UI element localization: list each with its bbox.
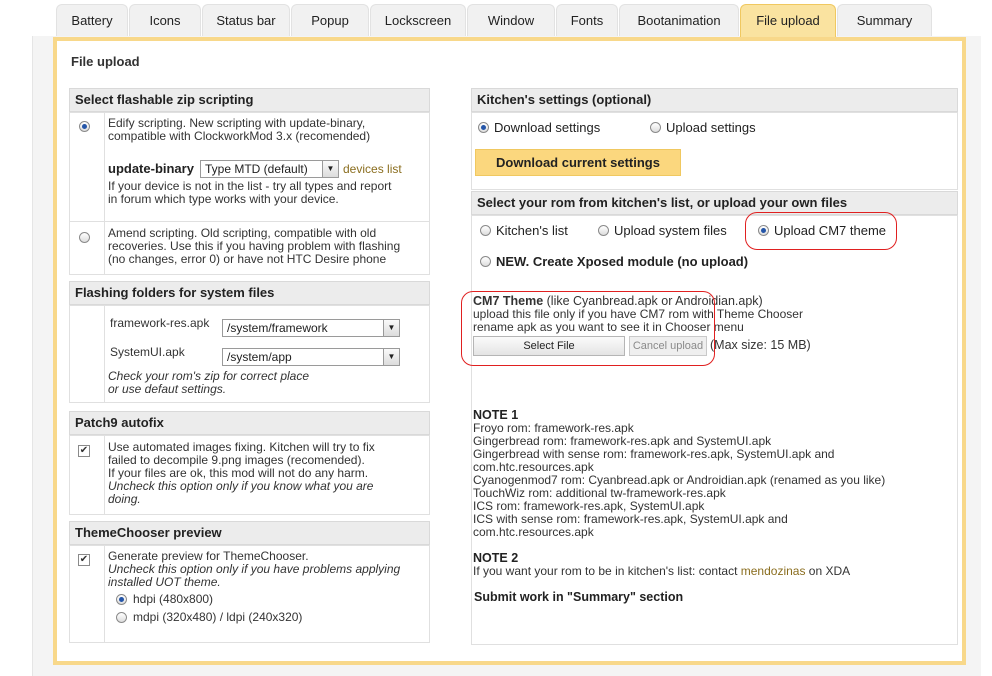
themechooser-italic-2: installed UOT theme.	[108, 575, 221, 589]
submit-note: Submit work in "Summary" section	[474, 590, 684, 604]
highlight-annotation	[745, 212, 897, 250]
download-settings-label: Download settings	[494, 120, 601, 135]
folders-note-2: or use defaut settings.	[108, 382, 227, 396]
folders-heading: Flashing folders for system files	[69, 281, 430, 305]
patch9-italic-2: doing.	[108, 492, 141, 506]
systemui-label: SystemUI.apk	[110, 345, 185, 359]
hdpi-radio[interactable]	[116, 594, 127, 605]
tab-window[interactable]: Window	[467, 4, 555, 36]
mendozinas-link[interactable]: mendozinas	[741, 564, 806, 578]
edify-note-2: in forum which type works with your devi…	[108, 192, 339, 206]
panel-title: File upload	[71, 54, 140, 69]
devices-list-link[interactable]: devices list	[343, 163, 402, 176]
download-current-settings-button[interactable]: Download current settings	[475, 149, 681, 176]
patch9-checkbox[interactable]: ✔	[78, 445, 90, 457]
kitchen-settings-heading: Kitchen's settings (optional)	[471, 88, 958, 112]
patch9-italic-1: Uncheck this option only if you know wha…	[108, 479, 374, 493]
update-binary-label: update-binary	[108, 161, 194, 176]
tab-status-bar[interactable]: Status bar	[202, 4, 290, 36]
update-binary-select[interactable]: Type MTD (default) ▼	[200, 160, 339, 178]
download-settings-radio[interactable]	[478, 122, 489, 133]
amend-text-3: (no changes, error 0) or have not HTC De…	[108, 252, 387, 266]
mdpi-radio[interactable]	[116, 612, 127, 623]
chevron-down-icon: ▼	[322, 161, 338, 177]
edify-text-2: compatible with ClockworkMod 3.x (recome…	[108, 129, 371, 143]
kitchens-list-label: Kitchen's list	[496, 223, 568, 238]
flashable-heading: Select flashable zip scripting	[69, 88, 430, 112]
upload-system-radio[interactable]	[598, 225, 609, 236]
upload-settings-label: Upload settings	[666, 120, 756, 135]
xposed-radio[interactable]	[480, 256, 491, 267]
tab-icons[interactable]: Icons	[129, 4, 201, 36]
upload-system-label: Upload system files	[614, 223, 727, 238]
tab-summary[interactable]: Summary	[837, 4, 932, 36]
mdpi-label: mdpi (320x480) / ldpi (240x320)	[133, 610, 303, 624]
systemui-folder-select[interactable]: /system/app ▼	[222, 348, 400, 366]
tab-popup[interactable]: Popup	[291, 4, 369, 36]
chevron-down-icon: ▼	[383, 320, 399, 336]
note2-text: If you want your rom to be in kitchen's …	[473, 564, 851, 578]
tab-bootanimation[interactable]: Bootanimation	[619, 4, 739, 36]
themechooser-heading: ThemeChooser preview	[69, 521, 430, 545]
upload-settings-radio[interactable]	[650, 122, 661, 133]
highlight-annotation	[461, 291, 715, 366]
amend-radio[interactable]	[79, 232, 90, 243]
chevron-down-icon: ▼	[383, 349, 399, 365]
framework-label: framework-res.apk	[110, 316, 210, 330]
xposed-label: NEW. Create Xposed module (no upload)	[496, 254, 749, 269]
tab-fonts[interactable]: Fonts	[556, 4, 618, 36]
framework-folder-select[interactable]: /system/framework ▼	[222, 319, 400, 337]
tab-battery[interactable]: Battery	[56, 4, 128, 36]
themechooser-checkbox[interactable]: ✔	[78, 554, 90, 566]
patch9-heading: Patch9 autofix	[69, 411, 430, 435]
kitchens-list-radio[interactable]	[480, 225, 491, 236]
tab-file-upload[interactable]: File upload	[740, 4, 836, 38]
hdpi-label: hdpi (480x800)	[133, 592, 214, 606]
note1-line-9: com.htc.resources.apk	[473, 525, 594, 539]
tab-lockscreen[interactable]: Lockscreen	[370, 4, 466, 36]
max-size-label: (Max size: 15 MB)	[710, 338, 811, 352]
edify-radio[interactable]	[79, 121, 90, 132]
file-upload-panel: File upload Select flashable zip scripti…	[53, 37, 966, 665]
